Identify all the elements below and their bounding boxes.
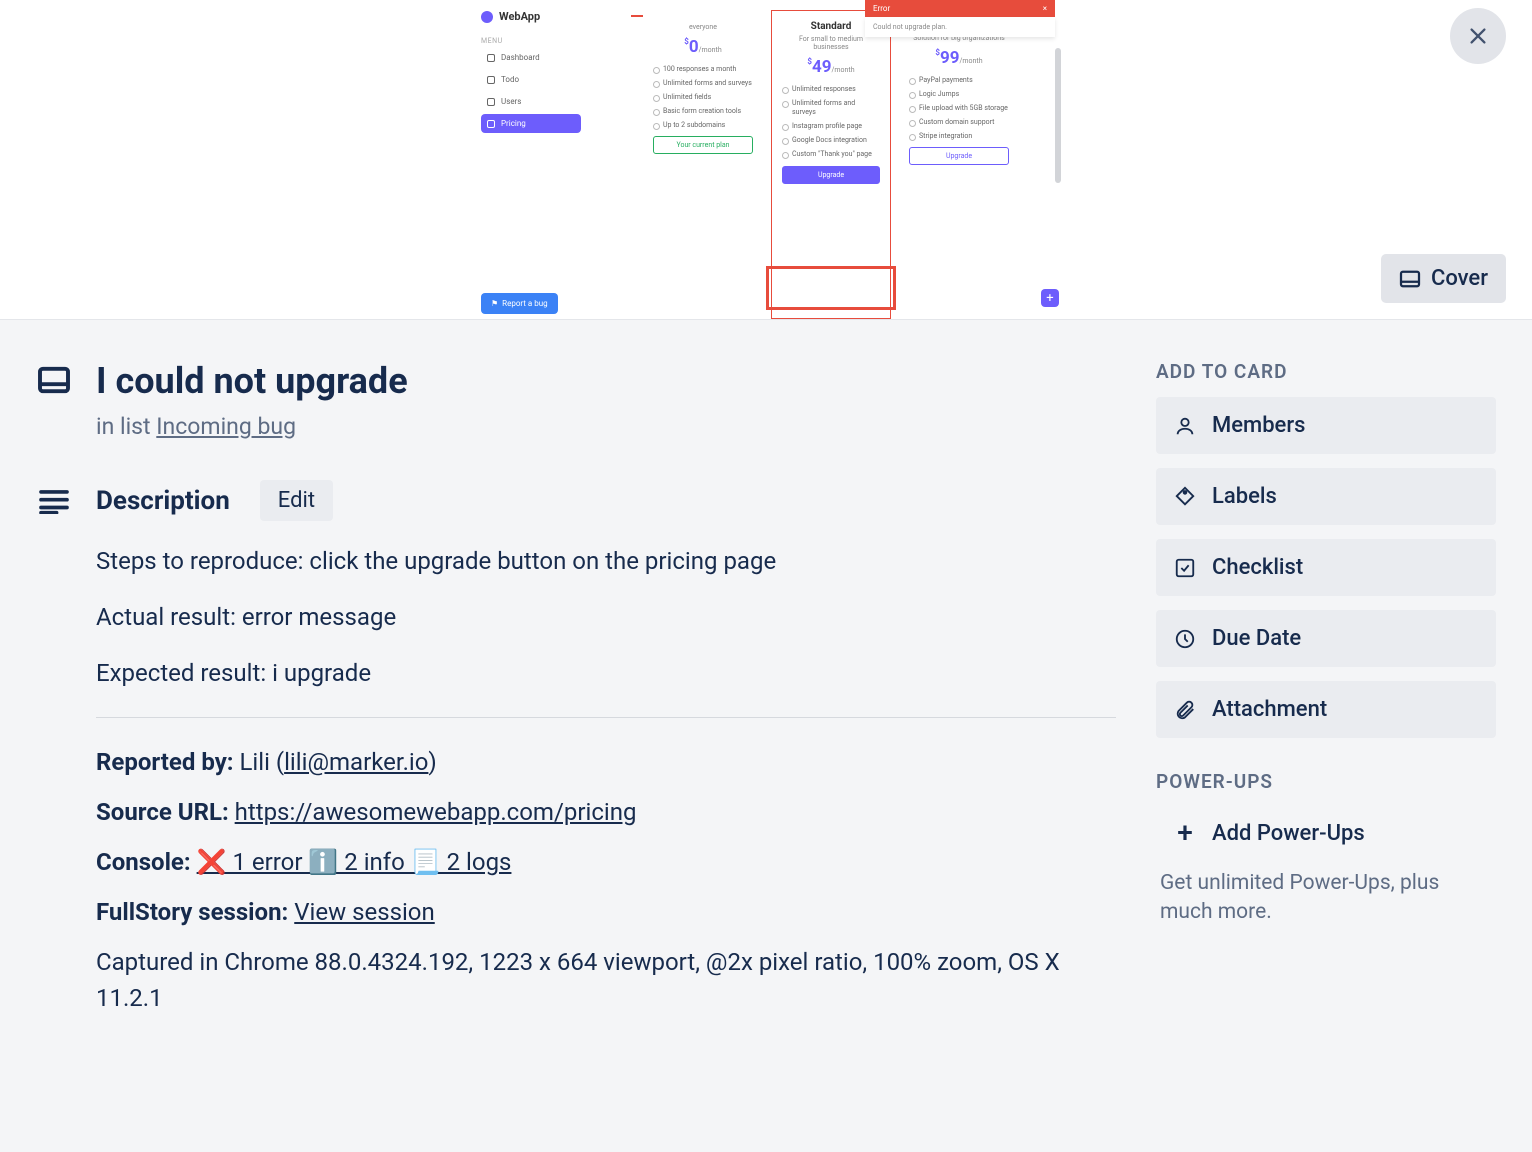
console-link[interactable]: ❌ 1 error ℹ️ 2 info 📃 2 logs [197,848,512,876]
members-icon [1174,415,1196,437]
pricing-icon [487,120,495,128]
edit-description-button[interactable]: Edit [260,480,333,521]
powerups-heading: POWER-UPS [1156,770,1496,793]
inner-sidebar: WebApp MENU Dashboard Todo Users Pricing… [471,0,591,324]
powerups-note: Get unlimited Power-Ups, plus much more. [1156,869,1496,928]
labels-button[interactable]: Labels [1156,468,1496,525]
error-title: Error [873,4,890,13]
description-icon [38,488,70,514]
inner-menu-todo: Todo [481,70,581,89]
cover-button-label: Cover [1431,266,1488,291]
desc-steps: Steps to reproduce: click the upgrade bu… [96,543,1116,579]
inner-menu-users: Users [481,92,581,111]
add-to-card-heading: ADD TO CARD [1156,360,1496,383]
add-powerups-button[interactable]: + Add Power-Ups [1156,807,1496,859]
close-icon [1467,25,1489,47]
source-url-link[interactable]: https://awesomewebapp.com/pricing [235,798,637,826]
description-heading: Description [96,486,230,516]
attachment-icon [1174,699,1196,721]
inner-menu-dashboard: Dashboard [481,48,581,67]
checklist-icon [1174,557,1196,579]
error-close-icon: × [1043,4,1047,13]
desc-divider [96,717,1116,718]
checklist-button[interactable]: Checklist [1156,539,1496,596]
plan-free-cta: Your current plan [653,136,753,154]
logo-dot-icon [481,11,493,23]
inner-scrollbar [1055,48,1061,183]
error-body: Could not upgrade plan. [865,17,1055,37]
inner-menu-pricing: Pricing [481,114,581,133]
card-icon [36,366,72,394]
close-button[interactable] [1450,8,1506,64]
inner-app-name: WebApp [499,10,540,23]
inner-error-banner: Error × Could not upgrade plan. [865,0,1055,37]
plan-free: everyone $0/month 100 responses a month … [643,10,763,319]
plan-enterprise: Enterprise Solution for big organization… [899,10,1019,319]
members-button[interactable]: Members [1156,397,1496,454]
dashboard-icon [487,54,495,62]
description-content[interactable]: Steps to reproduce: click the upgrade bu… [96,543,1116,1016]
inner-pricing-cards: everyone $0/month 100 responses a month … [601,0,1061,319]
card-title[interactable]: I could not upgrade [96,360,408,403]
desc-actual: Actual result: error message [96,599,1116,635]
cover-screenshot: WebApp MENU Dashboard Todo Users Pricing… [471,0,1061,319]
plan-standard: Standard For small to medium businesses … [771,10,891,319]
annotation-highlight-box [766,266,896,310]
fullstory-link[interactable]: View session [294,898,435,926]
labels-icon [1174,486,1196,508]
desc-expected: Expected result: i upgrade [96,655,1116,691]
inner-report-bug-button: ⚑Report a bug [481,293,558,314]
list-info: in list Incoming bug [96,413,1116,440]
plan-standard-cta: Upgrade [782,166,880,184]
due-date-button[interactable]: Due Date [1156,610,1496,667]
inner-logo: WebApp [481,10,581,23]
list-link[interactable]: Incoming bug [156,413,296,440]
cover-icon [1399,270,1421,288]
clock-icon [1174,628,1196,650]
bug-metadata: Reported by: Lili (lili@marker.io) Sourc… [96,744,1116,1016]
capture-env: Captured in Chrome 88.0.4324.192, 1223 x… [96,944,1116,1016]
reporter-email-link[interactable]: lili@marker.io [284,748,428,776]
plan-enterprise-cta: Upgrade [909,147,1009,165]
card-cover: WebApp MENU Dashboard Todo Users Pricing… [0,0,1532,320]
users-icon [487,98,495,106]
inner-fab-icon: + [1041,289,1059,307]
cover-button[interactable]: Cover [1381,254,1506,303]
todo-icon [487,76,495,84]
plus-icon: + [1174,819,1196,847]
inner-menu-label: MENU [481,37,581,45]
bug-icon: ⚑ [491,299,498,308]
attachment-button[interactable]: Attachment [1156,681,1496,738]
